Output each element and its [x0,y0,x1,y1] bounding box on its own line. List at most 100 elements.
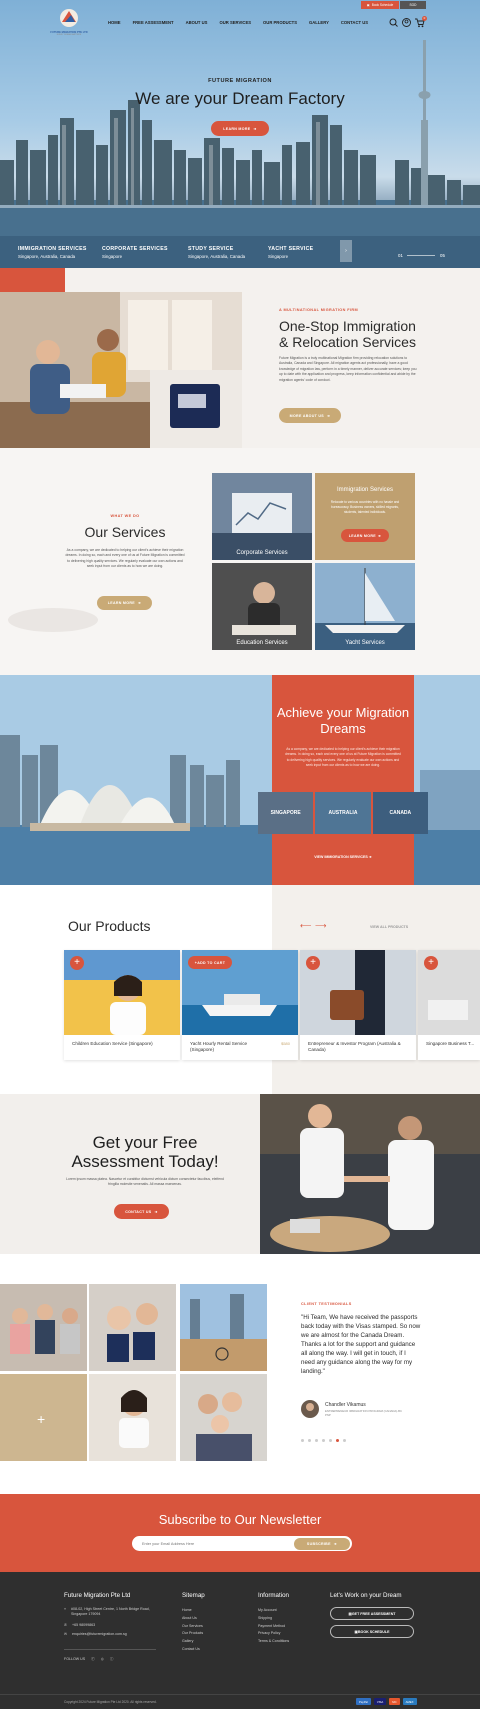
sitemap-link[interactable]: About Us [182,1615,205,1623]
mail-icon: ✉ [64,1631,68,1636]
country-label: SINGAPORE [270,810,301,816]
tile-yacht-services[interactable]: Yacht Services [315,563,415,650]
tile-label: Yacht Services [345,640,385,646]
footer-phone[interactable]: ✆ +65 98099863 [64,1623,162,1627]
main-navigation: HOME FREE ASSESSMENT ABOUT US OUR SERVIC… [108,20,368,25]
gallery-photo-highlight[interactable]: + [0,1374,87,1461]
sitemap-list: Home About Us Our Services Our Products Gall… [182,1607,205,1654]
hero-learn-more-button[interactable]: LEARN MORE ➜ [211,121,269,136]
product-card[interactable]: + Entrepreneur & Investor Program (Austr… [300,950,416,1060]
user-account-icon[interactable] [402,18,411,27]
site-footer: Future Migration Pte Ltd ⌖ #08-02, High S… [0,1572,480,1709]
add-to-cart-button[interactable]: + ADD TO CART [188,956,232,969]
information-link[interactable]: Payment Method [258,1623,289,1631]
hero-service-yacht[interactable]: YACHT SERVICE Singapore [268,246,313,259]
payment-badge: MC [389,1698,400,1705]
prev-arrow-icon[interactable]: ⟵ [300,921,311,930]
hero-service-corporate[interactable]: CORPORATE SERVICES Singapore [102,246,168,259]
tile-education-services[interactable]: Education Services [212,563,312,650]
handshake-photo [260,1094,480,1254]
add-to-cart-plus-icon[interactable]: + [424,956,438,970]
logo-mark-icon [60,9,78,27]
corporate-chart-photo [212,473,312,560]
pagination-dot[interactable] [301,1439,304,1442]
tile-immigration-services[interactable]: Immigration Services Relocate to various… [315,473,415,560]
hero-next-arrow-icon[interactable]: › [340,240,352,262]
gallery-photo-family[interactable] [180,1374,267,1461]
sitemap-link[interactable]: Our Products [182,1630,205,1638]
footer-book-schedule-button[interactable]: ▣ BOOK SCHEDULE [330,1625,414,1638]
arrow-right-icon: ➜ [377,533,382,538]
phone-text: +65 98099863 [72,1622,96,1627]
instagram-icon[interactable]: ◎ [101,1657,104,1661]
payment-badge: PayPal [356,1698,371,1705]
tile-corporate-services[interactable]: Corporate Services [212,473,312,560]
payment-badge: AMEX [402,1698,417,1705]
pagination-dot[interactable] [336,1439,339,1442]
assessment-button-label: GET FREE ASSESSMENT [351,1611,396,1616]
footer-information: Information My Account Shipping Payment Me… [258,1592,289,1646]
information-link[interactable]: My Account [258,1607,289,1615]
add-to-cart-label: ADD TO CART [197,960,226,965]
product-card[interactable]: + Singapore Business T... [418,950,480,1060]
gallery-photo-student[interactable] [89,1374,176,1461]
information-link[interactable]: Shipping [258,1615,289,1623]
hero-service-study[interactable]: STUDY SERVICE Singapore, Australia, Canad… [188,246,245,259]
services-button-label: LEARN MORE [107,601,135,605]
information-link[interactable]: Terms & Conditions [258,1638,289,1646]
add-to-cart-plus-icon[interactable]: + [306,956,320,970]
sitemap-link[interactable]: Home [182,1607,205,1615]
subscribe-button[interactable]: SUBSCRIBE ➜ [294,1537,350,1550]
pagination-dot[interactable] [329,1439,332,1442]
nav-free-assessment[interactable]: FREE ASSESSMENT [133,20,174,25]
product-price: $580 [281,1041,290,1046]
pagination-dot[interactable] [315,1439,318,1442]
nav-contact-us[interactable]: CONTACT US [341,20,368,25]
footer-dream: Let's Work on your Dream ▤ GET FREE ASSE… [330,1592,414,1638]
country-australia[interactable]: AUSTRALIA [315,792,371,834]
pagination-dot[interactable] [322,1439,325,1442]
services-learn-more-button[interactable]: LEARN MORE ➜ [97,596,152,610]
hero-service-immigration[interactable]: IMMIGRATION SERVICES Singapore, Australia… [18,246,87,259]
currency-selector[interactable]: SGD [400,1,426,9]
arrow-right-icon: ➜ [253,126,257,131]
product-card[interactable]: + Children Education Service (Singapore) [64,950,180,1060]
search-icon[interactable] [389,18,398,27]
view-all-products-link[interactable]: VIEW ALL PRODUCTS [370,925,408,929]
gallery-photo-city-bike[interactable] [180,1284,267,1371]
contact-us-label: CONTACT US [125,1209,152,1214]
nav-home[interactable]: HOME [108,20,121,25]
footer-email[interactable]: ✉ enquiries@futuremigration.com.sg [64,1632,162,1636]
information-link[interactable]: Privacy Policy [258,1630,289,1638]
get-free-assessment-button[interactable]: ▤ GET FREE ASSESSMENT [330,1607,414,1620]
services-section: WHAT WE DO Our Services As a company, we… [0,448,480,675]
nav-gallery[interactable]: GALLERY [309,20,329,25]
company-logo[interactable]: FUTURE MIGRATION PTE LTD EVERY DREAM MAT… [50,7,88,37]
email-input[interactable] [142,1536,282,1551]
next-arrow-icon[interactable]: ⟶ [315,921,326,930]
product-card[interactable]: + ADD TO CART Yacht Hourly Rental Servic… [182,950,298,1060]
contact-us-button[interactable]: CONTACT US ➜ [114,1204,169,1219]
view-immigration-services-link[interactable]: VIEW IMMIGRATION SERVICES ➜ [272,855,414,859]
sitemap-link[interactable]: Our Services [182,1623,205,1631]
linkedin-icon[interactable]: ⓘ [110,1657,114,1662]
country-canada[interactable]: CANADA [372,792,428,834]
nav-our-services[interactable]: OUR SERVICES [219,20,251,25]
book-schedule-button[interactable]: ▣ Book Schedule [361,1,399,9]
gallery-photo-team[interactable] [0,1284,87,1371]
more-about-us-button[interactable]: MORE ABOUT US ➜ [279,408,341,423]
add-to-cart-plus-icon[interactable]: + [70,956,84,970]
sitemap-link[interactable]: Contact Us [182,1646,205,1654]
sitemap-link[interactable]: Gallery [182,1638,205,1646]
product-image: + [64,950,180,1035]
country-singapore[interactable]: SINGAPORE [258,792,314,834]
pagination-dot[interactable] [308,1439,311,1442]
nav-about-us[interactable]: ABOUT US [186,20,208,25]
gallery-photo-passport[interactable] [89,1284,176,1371]
facebook-icon[interactable]: ⓕ [91,1657,95,1662]
immigration-learn-more-button[interactable]: LEARN MORE ➜ [341,529,389,542]
nav-our-products[interactable]: OUR PRODUCTS [263,20,297,25]
tile-button-label: LEARN MORE [348,533,376,538]
dream-heading: Let's Work on your Dream [330,1592,402,1599]
pagination-dot[interactable] [343,1439,346,1442]
